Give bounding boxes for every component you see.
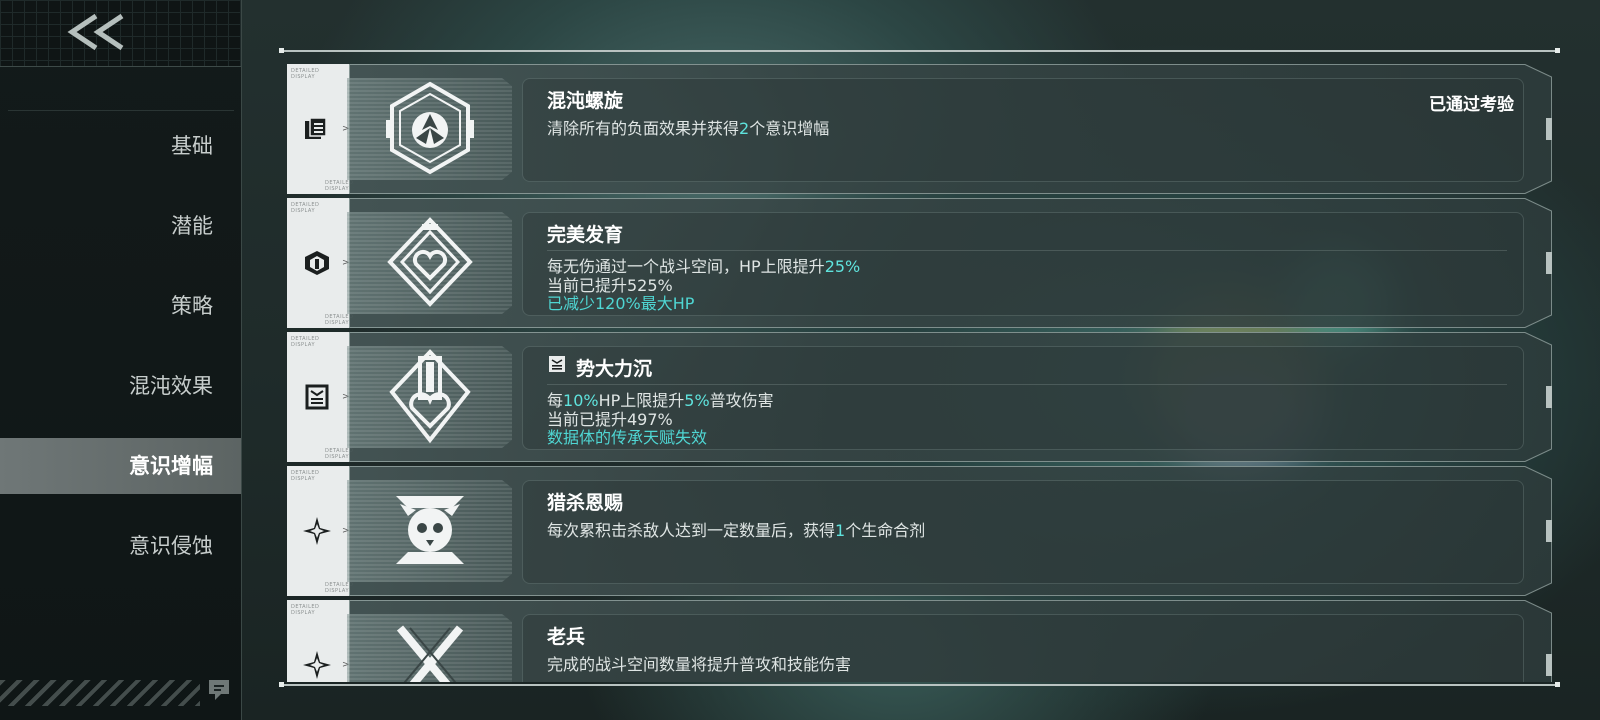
tag-caption: DETAILED DISPLAY bbox=[291, 604, 320, 616]
helper-icon[interactable] bbox=[205, 676, 233, 706]
hex-helmet-icon bbox=[305, 251, 329, 275]
desc-highlight: 1 bbox=[835, 521, 846, 540]
desc-text: 个生命合剂 bbox=[845, 521, 926, 540]
card-notch bbox=[1546, 118, 1552, 140]
frame-corner bbox=[279, 48, 284, 53]
desc-text: 清除所有的负面效果并获得 bbox=[547, 119, 740, 138]
card-description: 完成的战斗空间数量将提升普攻和技能伤害 bbox=[547, 655, 852, 674]
frame-corner bbox=[279, 682, 284, 687]
card-tag: DETAILED DISPLAY > DETAILED DISPLAY bbox=[287, 198, 353, 328]
tag-caption: DETAILED DISPLAY bbox=[291, 68, 320, 80]
boost-card[interactable]: DETAILED DISPLAY > DETAILED DISPLAY bbox=[287, 64, 1552, 194]
desc-highlight: 25% bbox=[824, 257, 861, 276]
diamond-heart-icon bbox=[387, 217, 473, 307]
sidebar-item-strategy[interactable]: 策略 bbox=[0, 278, 241, 334]
card-side-effect: 数据体的传承天赋失效 bbox=[547, 428, 708, 447]
sidebar-item-consciousness-erosion[interactable]: 意识侵蚀 bbox=[0, 518, 241, 574]
sidebar-item-basic[interactable]: 基础 bbox=[0, 118, 241, 174]
decorative-stripes bbox=[0, 680, 200, 706]
card-title: 老兵 bbox=[547, 626, 586, 648]
beast-skull-icon bbox=[396, 496, 464, 564]
card-description: 每次累积击杀敌人达到一定数量后，获得1个生命合剂 bbox=[547, 522, 925, 540]
desc-text: 每次累积击杀敌人达到一定数量后，获得 bbox=[547, 521, 836, 540]
stack-cards-icon bbox=[305, 117, 327, 139]
list-frame-top bbox=[281, 50, 1556, 52]
card-tag: DETAILED DISPLAY > DETAILED DISPLAY bbox=[287, 332, 353, 462]
desc-highlight: 5% bbox=[684, 391, 710, 410]
hex-emblem-icon bbox=[386, 81, 474, 175]
boost-card[interactable]: DETAILED DISPLAY > DETAILED DISPLAY 猎杀恩赐 每… bbox=[287, 466, 1552, 596]
star-burst-icon bbox=[303, 517, 331, 545]
boost-card[interactable]: DETAILED DISPLAY > DETAILED DISPLAY bbox=[287, 332, 1552, 462]
sidebar-item-consciousness-boost[interactable]: 意识增幅 bbox=[0, 438, 241, 494]
boost-list[interactable]: DETAILED DISPLAY > DETAILED DISPLAY 混沌螺旋… bbox=[287, 62, 1557, 682]
box-face-icon bbox=[549, 356, 565, 372]
card-description: 每无伤通过一个战斗空间，HP上限提升25% bbox=[547, 258, 860, 276]
desc-highlight: 2 bbox=[739, 119, 750, 138]
star-burst-icon bbox=[303, 651, 331, 679]
card-side-effect: 已减少120%最大HP bbox=[547, 294, 695, 313]
frame-corner bbox=[1555, 682, 1560, 687]
card-title: 势大力沉 bbox=[576, 358, 653, 380]
desc-text: 每 bbox=[547, 391, 564, 410]
card-notch bbox=[1546, 386, 1552, 408]
card-tag: DETAILED DISPLAY > DETAILED DISPLAY bbox=[287, 64, 353, 194]
desc-text: 普攻伤害 bbox=[709, 391, 774, 410]
card-current-value: 当前已提升525% bbox=[547, 276, 673, 295]
desc-highlight: 10% bbox=[563, 391, 599, 410]
title-divider bbox=[547, 250, 1507, 251]
list-frame-bottom bbox=[281, 684, 1556, 686]
card-description: 每10%HP上限提升5%普攻伤害 bbox=[547, 392, 774, 410]
card-title: 完美发育 bbox=[547, 224, 624, 246]
sidebar-item-potential[interactable]: 潜能 bbox=[0, 198, 241, 254]
card-title: 猎杀恩赐 bbox=[547, 492, 624, 514]
box-face-icon bbox=[305, 384, 329, 410]
desc-text: 每无伤通过一个战斗空间，HP上限提升 bbox=[547, 257, 825, 276]
boost-card[interactable]: DETAILED DISPLAY > DETAILED DISPLAY 完美发育 每… bbox=[287, 198, 1552, 328]
back-chevrons-icon bbox=[67, 13, 124, 51]
desc-text: 个意识增幅 bbox=[749, 119, 830, 138]
sidebar-divider bbox=[8, 110, 234, 111]
back-button[interactable] bbox=[64, 10, 134, 54]
card-notch bbox=[1546, 520, 1552, 542]
boost-card[interactable]: DETAILED DISPLAY > 老兵 完成的战斗空间数量将提升普攻和技能伤害 bbox=[287, 600, 1552, 682]
desc-text: HP上限提升 bbox=[598, 391, 685, 410]
card-notch bbox=[1546, 252, 1552, 274]
sidebar: 基础 潜能 策略 混沌效果 意识增幅 意识侵蚀 bbox=[0, 0, 242, 720]
card-notch bbox=[1546, 654, 1552, 676]
sidebar-item-chaos-effect[interactable]: 混沌效果 bbox=[0, 358, 241, 414]
card-tag: DETAILED DISPLAY > DETAILED DISPLAY bbox=[287, 466, 353, 596]
tag-caption: DETAILED DISPLAY bbox=[291, 470, 320, 482]
tag-caption: DETAILED DISPLAY bbox=[291, 336, 320, 348]
crossed-swords-icon bbox=[396, 625, 464, 682]
tag-caption: DETAILED DISPLAY bbox=[291, 202, 320, 214]
sword-heart-icon bbox=[389, 349, 471, 444]
title-divider bbox=[547, 384, 1507, 385]
frame-corner bbox=[1555, 48, 1560, 53]
card-tag: DETAILED DISPLAY > bbox=[287, 600, 350, 682]
card-description: 清除所有的负面效果并获得2个意识增幅 bbox=[547, 120, 829, 138]
card-current-value: 当前已提升497% bbox=[547, 410, 673, 429]
card-title: 混沌螺旋 bbox=[547, 90, 624, 112]
sidebar-header bbox=[0, 0, 241, 67]
status-badge: 已通过考验 bbox=[1429, 95, 1514, 115]
